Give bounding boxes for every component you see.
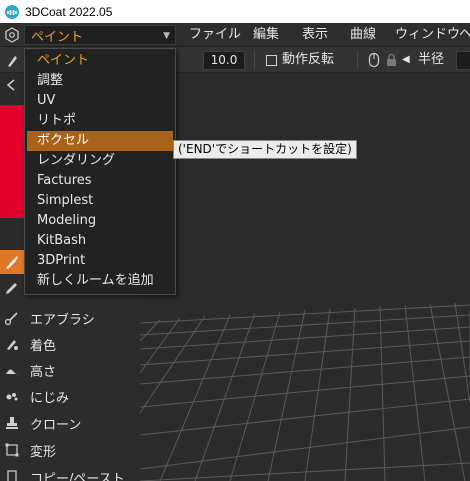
room-selected-label: ペイント	[31, 29, 84, 45]
radius-field[interactable]	[456, 51, 470, 70]
tool-height[interactable]: 高さ	[0, 357, 140, 383]
room-option-retopo[interactable]: リトポ	[27, 111, 173, 131]
tool-label: 高さ	[30, 364, 57, 380]
room-dropdown-list: ペイント 調整 UV リトポ ボクセル レンダリング Factures Simp…	[24, 48, 176, 295]
arrow-left-icon[interactable]	[4, 78, 18, 92]
menu-curves[interactable]: 曲線	[350, 23, 376, 47]
room-option-kitbash[interactable]: KitBash	[27, 231, 173, 251]
lock-icon[interactable]	[386, 53, 397, 67]
toolbar-separator	[254, 51, 255, 69]
tool-label: エアブラシ	[30, 312, 95, 328]
menu-file[interactable]: ファイル	[189, 23, 241, 47]
room-option-render[interactable]: レンダリング	[27, 151, 173, 171]
title-bar: 3DCoat 2022.05	[0, 0, 470, 23]
chevron-down-icon: ▼	[163, 31, 170, 41]
tool-copy-paste[interactable]: コピー/ペースト	[0, 464, 140, 481]
menu-window[interactable]: ウィンドウ	[395, 23, 460, 47]
room-option-uv[interactable]: UV	[27, 91, 173, 111]
menu-overflow[interactable]: ヘ	[459, 23, 470, 47]
room-option-voxel[interactable]: ボクセル	[27, 131, 173, 151]
decrease-arrow-icon[interactable]: ◀	[402, 47, 410, 73]
brush-tool-icon	[0, 250, 24, 274]
mirror-checkbox[interactable]	[266, 55, 277, 66]
room-option-add-new[interactable]: 新しくルームを追加	[27, 271, 173, 291]
tool-label: にじみ	[30, 390, 70, 406]
transform-icon	[0, 438, 24, 462]
room-option-factures[interactable]: Factures	[27, 171, 173, 191]
tool-airbrush[interactable]: エアブラシ	[0, 305, 140, 331]
clone-stamp-icon	[0, 411, 24, 435]
paint-color-icon	[0, 332, 24, 356]
3d-viewport[interactable]	[140, 73, 470, 481]
mirror-label: 動作反転	[282, 52, 335, 67]
menubar: ペイント ▼ ファイル 編集 表示 曲線 ウィンドウ ヘ	[0, 23, 470, 47]
ground-grid	[140, 73, 470, 481]
app-logo-icon	[5, 4, 19, 19]
radius-label: 半径	[418, 52, 445, 67]
room-option-3dprint[interactable]: 3DPrint	[27, 251, 173, 271]
room-option-paint[interactable]: ペイント	[27, 51, 173, 71]
smudge-icon	[0, 384, 24, 408]
brush-icon[interactable]	[6, 52, 20, 68]
menu-edit[interactable]: 編集	[253, 23, 279, 47]
mouse-icon[interactable]	[368, 52, 380, 68]
room-icon	[5, 27, 19, 43]
room-option-adjust[interactable]: 調整	[27, 71, 173, 91]
tool-label: コピー/ペースト	[30, 471, 125, 481]
room-selector[interactable]: ペイント ▼	[24, 25, 176, 45]
tool-label: クローン	[30, 417, 82, 433]
tool-clone[interactable]: クローン	[0, 410, 140, 436]
tool-paint-color[interactable]: 着色	[0, 331, 140, 357]
primary-color-swatch[interactable]	[0, 105, 26, 218]
copy-paste-icon	[0, 465, 24, 481]
tool-transform[interactable]: 変形	[0, 437, 140, 463]
height-icon	[0, 358, 24, 382]
menu-view[interactable]: 表示	[302, 23, 328, 47]
tool-label: 着色	[30, 338, 57, 354]
window-title: 3DCoat 2022.05	[25, 4, 113, 19]
toolbar-separator	[357, 51, 358, 69]
room-option-modeling[interactable]: Modeling	[27, 211, 173, 231]
room-settings-button[interactable]	[0, 23, 24, 47]
tool-label: 変形	[30, 444, 57, 460]
room-option-simplest[interactable]: Simplest	[27, 191, 173, 211]
pencil-icon	[0, 276, 24, 300]
airbrush-icon	[0, 306, 24, 330]
shortcut-tooltip: ('END'でショートカットを設定)	[173, 140, 357, 159]
tool-smudge[interactable]: にじみ	[0, 383, 140, 409]
toolbar-value-field[interactable]: 10.0	[203, 51, 245, 70]
